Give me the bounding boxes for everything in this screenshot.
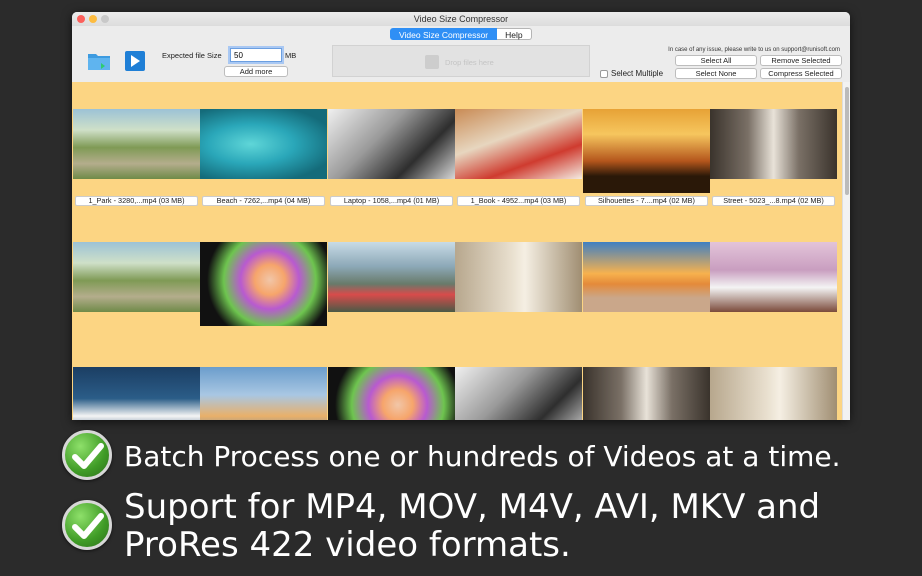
drop-zone-label: Drop files here <box>445 58 494 67</box>
video-item[interactable] <box>455 367 582 420</box>
video-item[interactable]: 1_Woman - 3...mp4 (02 MB) <box>328 242 455 312</box>
zoom-window-button[interactable] <box>101 15 109 23</box>
video-item[interactable]: 1_Book - 4952...mp4 (03 MB) <box>455 109 582 206</box>
video-item[interactable] <box>200 367 327 420</box>
drop-box-icon <box>425 55 439 69</box>
tab-help[interactable]: Help <box>497 28 532 40</box>
select-all-button[interactable]: Select All <box>675 55 757 66</box>
drop-zone[interactable]: Drop files here <box>332 45 590 77</box>
video-caption: Beach - 7262,...mp4 (04 MB) <box>202 196 325 206</box>
video-thumbnail[interactable] <box>200 367 327 420</box>
remove-selected-button[interactable]: Remove Selected <box>760 55 842 66</box>
support-text: In case of any issue, please write to us… <box>668 47 840 53</box>
checkmark-icon <box>62 500 112 550</box>
scrollbar[interactable] <box>842 82 850 420</box>
video-thumbnail[interactable] <box>583 109 710 193</box>
video-thumbnail[interactable] <box>328 109 455 179</box>
video-item[interactable]: Beach - 7262,...mp4 (04 MB) <box>200 109 327 206</box>
feature-formats: Suport for MP4, MOV, M4V, AVI, MKV and P… <box>62 488 854 564</box>
size-unit-label: MB <box>285 51 297 60</box>
video-caption: 1_Book - 4952...mp4 (03 MB) <box>457 196 580 206</box>
video-thumbnail[interactable] <box>73 367 200 420</box>
video-item[interactable]: Laptop - 1058,...mp4 (01 MB) <box>328 109 455 206</box>
video-item[interactable]: 1_Woman - 78...8.mp4 (04 MB) <box>200 242 327 326</box>
scrollbar-thumb[interactable] <box>845 87 849 195</box>
video-caption: Laptop - 1058,...mp4 (01 MB) <box>330 196 453 206</box>
video-thumbnail[interactable] <box>583 242 710 312</box>
video-item[interactable] <box>328 367 455 420</box>
window-title: Video Size Compressor <box>413 14 509 24</box>
video-thumbnail[interactable] <box>200 242 327 326</box>
video-thumbnail[interactable] <box>328 367 455 420</box>
add-more-button[interactable]: Add more <box>224 66 288 77</box>
toolbar: Expected file Size MB Add more Drop file… <box>72 42 850 82</box>
checkbox-box[interactable] <box>600 69 608 78</box>
video-thumbnail[interactable] <box>455 242 582 312</box>
video-thumbnail[interactable] <box>328 242 455 312</box>
minimize-window-button[interactable] <box>89 15 97 23</box>
title-bar: Video Size Compressor <box>72 12 850 26</box>
checkmark-icon <box>62 430 112 480</box>
video-item[interactable]: Silhouettes - 7....mp4 (02 MB) <box>583 109 710 206</box>
video-caption: Street - 5023_...8.mp4 (02 MB) <box>712 196 835 206</box>
video-thumbnail[interactable] <box>73 109 200 179</box>
feature-batch: Batch Process one or hundreds of Videos … <box>62 430 841 480</box>
select-multiple-label: Select Multiple <box>611 69 664 78</box>
video-thumbnail[interactable] <box>710 242 837 312</box>
video-item[interactable]: Street - 5023_...8.mp4 (02 MB) <box>710 109 837 206</box>
tab-bar: Video Size Compressor Help <box>390 28 532 40</box>
video-item[interactable]: 3345_Video-1_...mp4 (239 MB) <box>710 242 837 312</box>
app-window: Video Size Compressor Video Size Compres… <box>72 12 850 420</box>
video-thumbnail[interactable] <box>583 367 710 420</box>
video-caption: Silhouettes - 7....mp4 (02 MB) <box>585 196 708 206</box>
select-none-button[interactable]: Select None <box>675 68 757 79</box>
video-thumbnail[interactable] <box>73 242 200 312</box>
video-thumbnail[interactable] <box>455 109 582 179</box>
video-item[interactable]: Park - 3280_1...8.mp4 (03 MB) <box>73 242 200 312</box>
video-grid: 1_Park - 3280,...mp4 (03 MB) Beach - 7262… <box>72 82 850 420</box>
video-thumbnail[interactable] <box>200 109 327 179</box>
tab-video-size-compressor[interactable]: Video Size Compressor <box>390 28 498 40</box>
video-item[interactable]: 1_Yoga - 445_1...8.mp4 (01 MB) <box>583 242 710 312</box>
feature-batch-text: Batch Process one or hundreds of Videos … <box>124 440 841 473</box>
window-controls <box>77 15 109 23</box>
video-thumbnail[interactable] <box>455 367 582 420</box>
feature-formats-text: Suport for MP4, MOV, M4V, AVI, MKV and P… <box>124 487 821 565</box>
expected-size-input[interactable] <box>230 48 282 62</box>
close-window-button[interactable] <box>77 15 85 23</box>
compress-selected-button[interactable]: Compress Selected <box>760 68 842 79</box>
add-folder-icon[interactable] <box>87 50 111 72</box>
video-item[interactable]: 1_Park - 3280,...mp4 (03 MB) <box>73 109 200 206</box>
video-item[interactable] <box>73 367 200 420</box>
video-thumbnail[interactable] <box>710 367 837 420</box>
video-thumbnail[interactable] <box>710 109 837 179</box>
video-caption: 1_Park - 3280,...mp4 (03 MB) <box>75 196 198 206</box>
video-item[interactable] <box>710 367 837 420</box>
video-item[interactable] <box>583 367 710 420</box>
select-multiple-checkbox[interactable]: Select Multiple <box>600 69 663 78</box>
add-video-icon[interactable] <box>124 50 146 72</box>
video-item[interactable]: Street - 5025_...8.mp4 (02 MB) <box>455 242 582 312</box>
expected-size-label: Expected file Size <box>162 51 222 60</box>
